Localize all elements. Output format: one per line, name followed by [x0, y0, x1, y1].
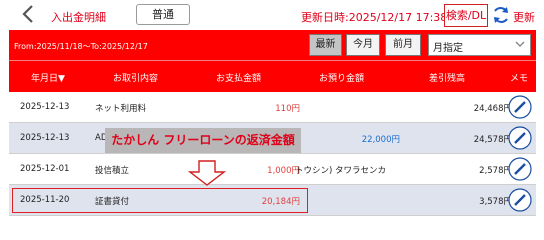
- col-memo: メモ: [510, 74, 529, 84]
- statement-screen: 入出金明細 普通 更新日時:2025/12/17 17:38 検索/DL 更新 …: [0, 0, 544, 234]
- row-balance: 24,578円: [473, 135, 512, 145]
- col-payment: お支払金額: [216, 74, 262, 84]
- highlight-box: [12, 188, 308, 213]
- col-deposit: お預り金額: [319, 74, 365, 84]
- last-month-button[interactable]: 前月: [385, 34, 421, 56]
- account-type-button[interactable]: 普通: [136, 4, 190, 25]
- table-row: 2025-12-01 投信積立 1,000円 トウシン) タワラセンカ 2,57…: [9, 154, 536, 185]
- page-title: 入出金明細: [51, 11, 106, 24]
- this-month-button[interactable]: 今月: [346, 34, 380, 56]
- row-payment: 110円: [275, 104, 300, 114]
- col-balance: 差引残高: [429, 74, 466, 84]
- latest-button[interactable]: 最新: [309, 34, 342, 56]
- top-bar: 入出金明細 普通 更新日時:2025/12/17 17:38 検索/DL 更新: [0, 0, 544, 30]
- back-arrow-icon[interactable]: [19, 4, 37, 24]
- down-arrow-icon: [188, 160, 226, 186]
- date-range: From:2025/11/18～To:2025/12/17: [14, 42, 148, 51]
- col-date[interactable]: 年月日▼: [31, 71, 65, 84]
- memo-pencil-icon[interactable]: [508, 95, 532, 119]
- row-date: 2025-12-13: [20, 133, 70, 143]
- refresh-icon[interactable]: [491, 5, 511, 25]
- row-balance: 24,468円: [473, 104, 512, 114]
- memo-pencil-icon[interactable]: [508, 188, 532, 212]
- filter-bar: From:2025/11/18～To:2025/12/17 最新 今月 前月 月…: [9, 30, 536, 60]
- updated-timestamp: 更新日時:2025/12/17 17:38: [301, 11, 448, 24]
- col-description: お取引内容: [113, 74, 159, 84]
- search-download-button[interactable]: 検索/DL: [444, 4, 488, 27]
- table-row: 2025-12-13 ネット利用料 110円 24,468円: [9, 92, 536, 123]
- row-description: 投信積立: [95, 166, 130, 176]
- row-description: ネット利用料: [95, 104, 147, 114]
- row-date: 2025-12-01: [20, 164, 70, 174]
- memo-pencil-icon[interactable]: [508, 157, 532, 181]
- refresh-label[interactable]: 更新: [513, 9, 535, 25]
- table-header: 年月日▼ お取引内容 お支払金額 お預り金額 差引残高 メモ: [9, 60, 536, 92]
- annotation-label: たかしん フリーローンの返済金額: [105, 128, 301, 153]
- month-select-value: 月指定: [433, 43, 463, 54]
- row-deposit: 22,000円: [361, 135, 400, 145]
- memo-pencil-icon[interactable]: [508, 126, 532, 150]
- month-select[interactable]: 月指定: [428, 34, 531, 56]
- chevron-down-icon: [515, 41, 525, 47]
- row-date: 2025-12-13: [20, 102, 70, 112]
- row-deposit: トウシン) タワラセンカ: [295, 166, 387, 176]
